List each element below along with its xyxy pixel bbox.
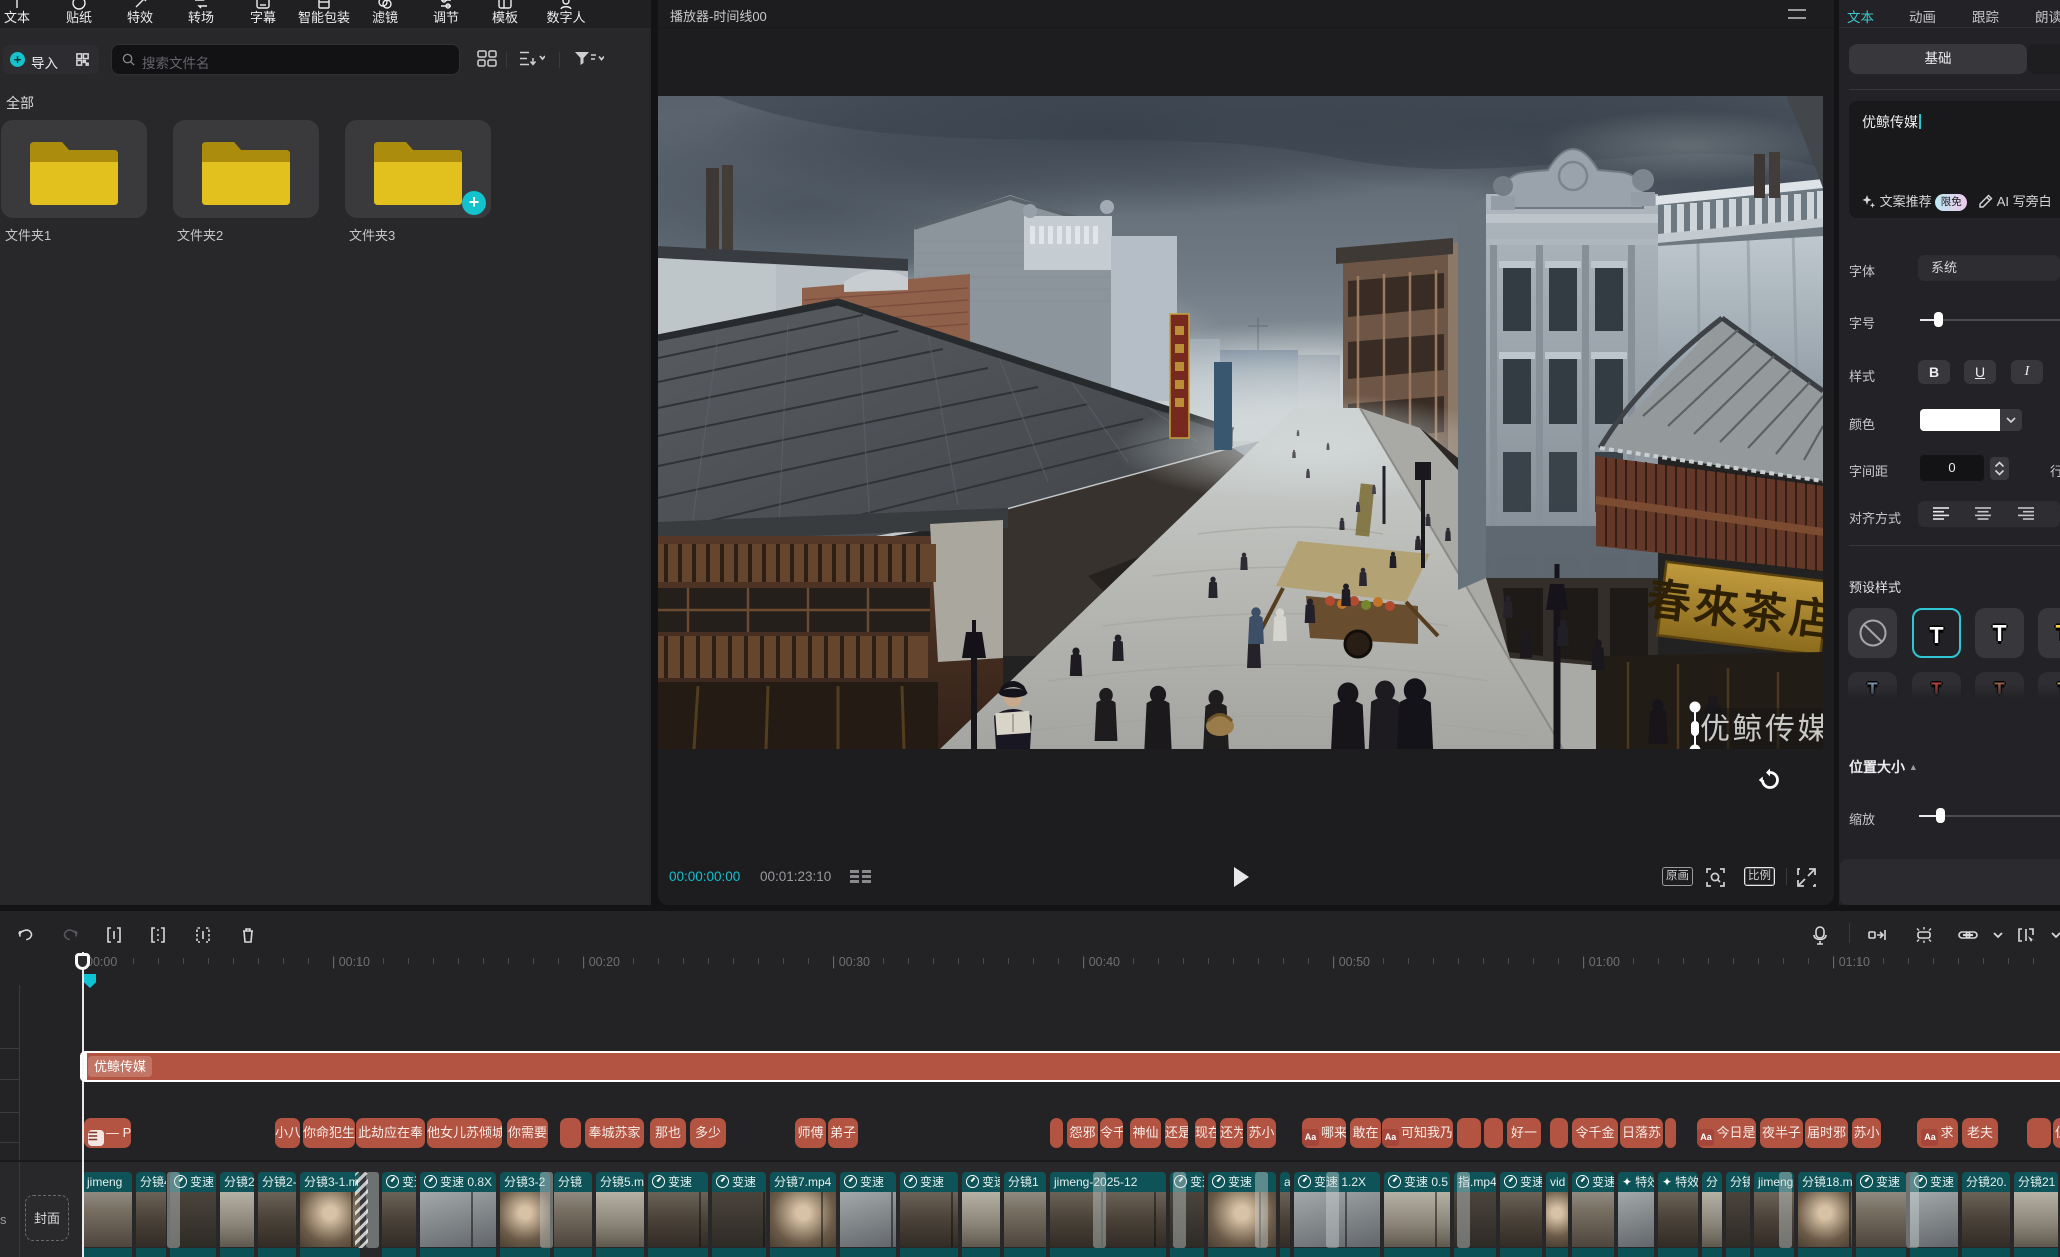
- svg-text:优鲸传媒: 优鲸传媒: [1700, 713, 1823, 746]
